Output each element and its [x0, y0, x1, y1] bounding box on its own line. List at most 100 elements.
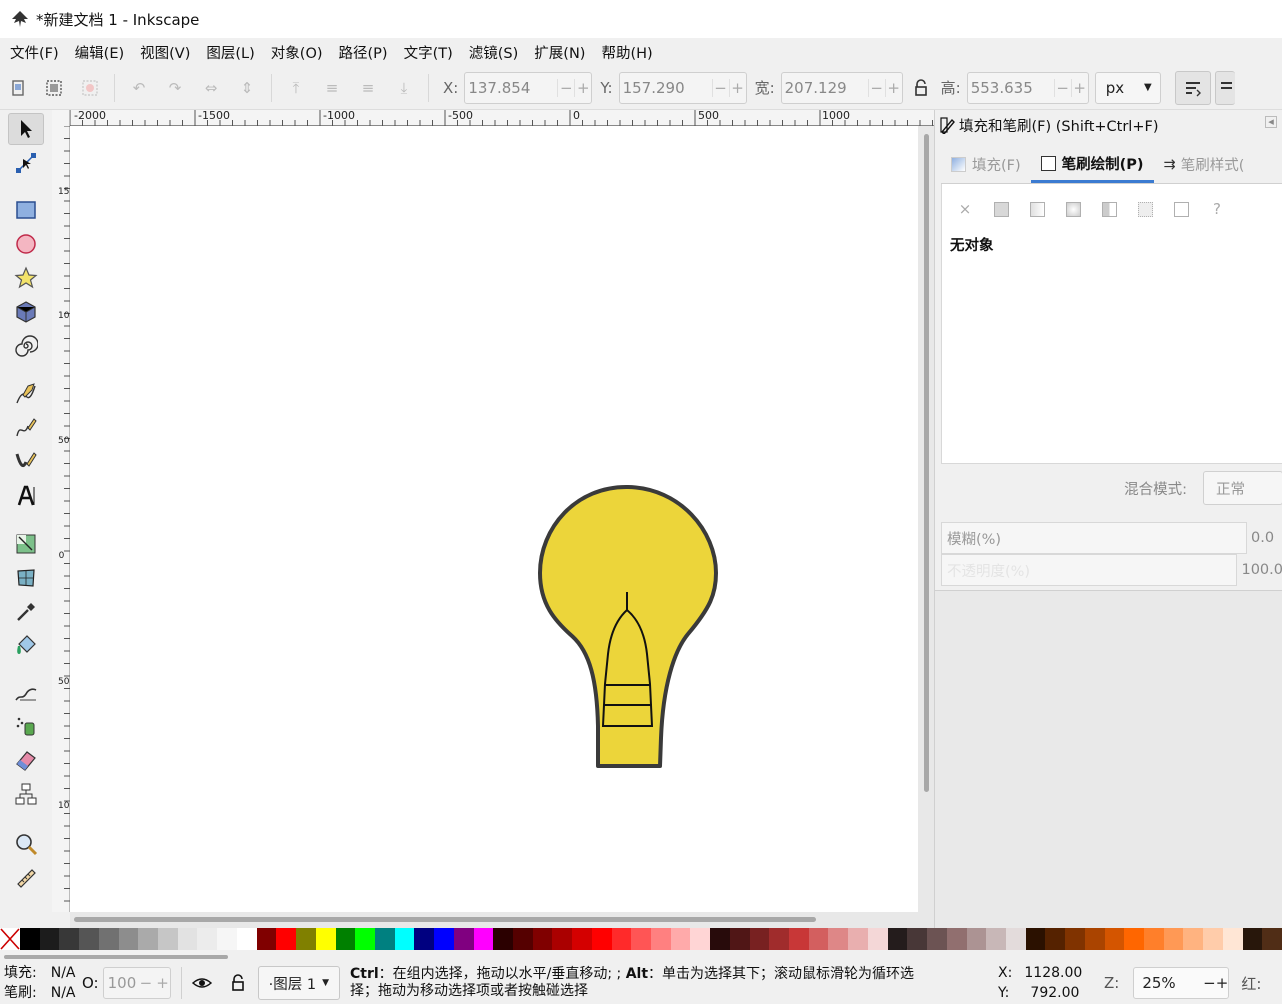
color-swatch[interactable] — [493, 928, 513, 950]
color-swatch[interactable] — [236, 928, 257, 950]
lock-icon[interactable] — [230, 974, 246, 992]
layer-select[interactable]: ·图层 1 ▼ — [257, 966, 340, 1000]
mesh-tool[interactable] — [8, 562, 44, 594]
color-swatch[interactable] — [907, 928, 928, 950]
height-input[interactable] — [967, 78, 1054, 97]
color-swatch[interactable] — [749, 928, 770, 950]
color-swatch[interactable] — [1005, 928, 1026, 950]
no-color-swatch[interactable] — [0, 928, 20, 950]
measure-tool[interactable] — [8, 862, 44, 894]
blend-mode-select[interactable]: 正常 — [1203, 471, 1282, 505]
drawing-canvas[interactable] — [70, 126, 918, 912]
unit-select[interactable]: px ▼ — [1094, 71, 1161, 104]
color-swatch[interactable] — [118, 928, 139, 950]
y-input[interactable] — [619, 78, 712, 97]
color-swatch[interactable] — [1222, 928, 1243, 950]
no-paint-icon[interactable]: × — [954, 198, 976, 220]
connector-tool[interactable] — [8, 778, 44, 810]
gradient-tool[interactable] — [8, 528, 44, 560]
color-swatch[interactable] — [867, 928, 888, 950]
calligraphy-tool[interactable] — [8, 446, 44, 478]
minus-icon[interactable]: − — [867, 78, 885, 97]
lightbulb-shape[interactable] — [538, 484, 718, 768]
color-swatch[interactable] — [986, 928, 1006, 950]
color-swatch[interactable] — [1025, 928, 1046, 950]
color-swatch[interactable] — [453, 928, 474, 950]
color-swatch[interactable] — [710, 928, 730, 950]
color-swatch[interactable] — [276, 928, 297, 950]
color-swatch[interactable] — [1065, 928, 1085, 950]
color-swatch[interactable] — [729, 928, 750, 950]
height-field[interactable]: −+ — [966, 71, 1089, 104]
color-swatch[interactable] — [611, 928, 632, 950]
color-swatch[interactable] — [394, 928, 415, 950]
paint-bucket-tool[interactable] — [8, 630, 44, 662]
dropper-tool[interactable] — [8, 596, 44, 628]
color-swatch[interactable] — [98, 928, 119, 950]
vertical-scrollbar[interactable] — [918, 126, 934, 912]
star-tool[interactable] — [8, 262, 44, 294]
scale-stroke-button[interactable] — [1174, 70, 1211, 105]
flip-horizontal-icon[interactable]: ⇔ — [198, 75, 224, 101]
color-swatch[interactable] — [591, 928, 612, 950]
color-swatch[interactable] — [414, 928, 435, 950]
plus-icon[interactable]: + — [884, 78, 902, 97]
node-tool[interactable] — [8, 147, 44, 179]
plus-icon[interactable]: + — [574, 78, 591, 97]
minus-icon[interactable]: − — [711, 78, 729, 97]
color-swatch[interactable] — [512, 928, 533, 950]
blur-slider[interactable]: 模糊(%) — [941, 522, 1247, 554]
color-swatch[interactable] — [256, 928, 277, 950]
rectangle-tool[interactable] — [8, 194, 44, 226]
menu-object[interactable]: 对象(O) — [263, 42, 331, 63]
menu-help[interactable]: 帮助(H) — [593, 42, 660, 63]
color-swatch[interactable] — [946, 928, 967, 950]
menu-extensions[interactable]: 扩展(N) — [526, 42, 593, 63]
blur-value[interactable]: 0.0 — [1251, 530, 1274, 546]
panel-menu-icon[interactable]: ◂ — [1265, 116, 1277, 128]
rotate-cw-icon[interactable]: ↷ — [162, 75, 188, 101]
plus-icon[interactable]: + — [1070, 78, 1088, 97]
pattern-icon[interactable] — [1098, 198, 1120, 220]
eraser-tool[interactable] — [8, 744, 44, 776]
color-swatch[interactable] — [1242, 928, 1263, 950]
menu-filters[interactable]: 滤镜(S) — [461, 42, 527, 63]
color-swatch[interactable] — [355, 928, 375, 950]
plus-icon[interactable]: + — [156, 974, 170, 992]
minus-icon[interactable]: − — [1053, 78, 1071, 97]
3d-box-tool[interactable] — [8, 296, 44, 328]
color-swatch[interactable] — [177, 928, 198, 950]
pencil-tool[interactable] — [8, 378, 44, 410]
menu-path[interactable]: 路径(P) — [331, 42, 396, 63]
color-swatch[interactable] — [1163, 928, 1184, 950]
x-field[interactable]: −+ — [464, 71, 593, 104]
color-swatch[interactable] — [473, 928, 494, 950]
select-all-icon[interactable] — [5, 75, 31, 101]
color-swatch[interactable] — [1203, 928, 1223, 950]
palette-scrollbar[interactable] — [0, 950, 1282, 962]
color-swatch[interactable] — [434, 928, 454, 950]
color-swatch[interactable] — [1262, 928, 1282, 950]
plus-icon[interactable]: + — [728, 78, 746, 97]
spiral-tool[interactable] — [8, 330, 44, 362]
opacity-field[interactable]: 100 − + — [102, 967, 171, 999]
tweak-tool[interactable] — [8, 676, 44, 708]
plus-icon[interactable]: + — [1216, 974, 1229, 992]
color-swatch[interactable] — [79, 928, 99, 950]
opacity-value[interactable]: 100.0 — [1241, 562, 1282, 578]
width-input[interactable] — [781, 78, 868, 97]
color-swatch[interactable] — [808, 928, 829, 950]
linear-gradient-icon[interactable] — [1026, 198, 1048, 220]
x-input[interactable] — [465, 78, 558, 97]
width-field[interactable]: −+ — [780, 71, 903, 104]
color-swatch[interactable] — [335, 928, 356, 950]
zoom-tool[interactable] — [8, 828, 44, 860]
tab-stroke-style[interactable]: ⇉ 笔刷样式( — [1154, 146, 1255, 183]
tab-stroke-paint[interactable]: 笔刷绘制(P) — [1030, 146, 1154, 183]
flip-vertical-icon[interactable]: ⇕ — [234, 75, 260, 101]
minus-icon[interactable]: − — [557, 78, 574, 97]
lower-icon[interactable]: ≡ — [355, 75, 381, 101]
color-swatch[interactable] — [572, 928, 592, 950]
color-swatch[interactable] — [848, 928, 868, 950]
bezier-tool[interactable] — [8, 412, 44, 444]
